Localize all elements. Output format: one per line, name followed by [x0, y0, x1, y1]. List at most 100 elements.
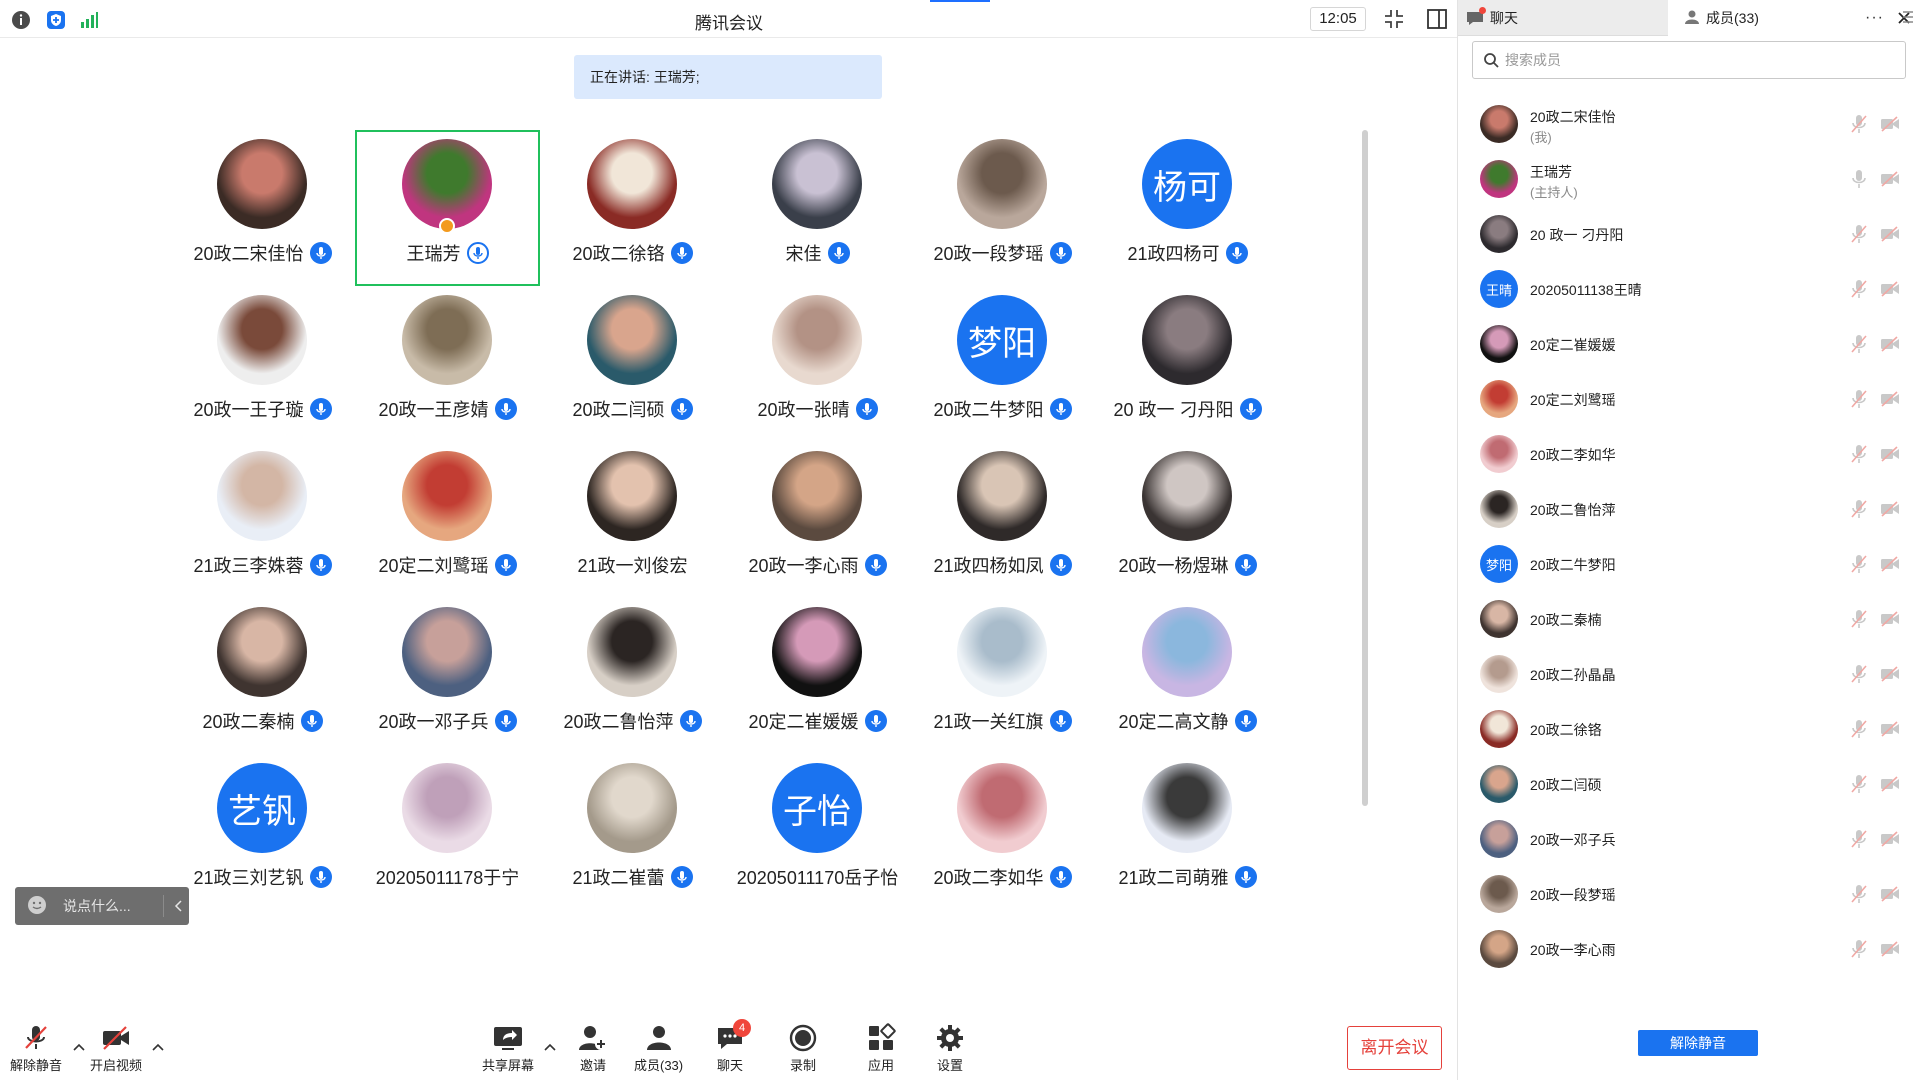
participant-tile[interactable]: 20政二闫硕: [540, 286, 725, 442]
participant-tile[interactable]: 21政三李姝蓉: [170, 442, 355, 598]
member-row[interactable]: 20政二鲁怡萍: [1458, 483, 1920, 538]
member-row[interactable]: 王晴 20205011138王晴: [1458, 263, 1920, 318]
mic-muted-icon[interactable]: [1850, 114, 1868, 134]
participant-tile[interactable]: 20 政一 刁丹阳: [1095, 286, 1280, 442]
unmute-all-button[interactable]: 解除静音: [1638, 1030, 1758, 1056]
emoji-icon[interactable]: [27, 895, 47, 918]
participant-tile[interactable]: 杨可 21政四杨可: [1095, 130, 1280, 286]
mic-muted-icon[interactable]: [1850, 939, 1868, 959]
grid-scrollbar[interactable]: [1362, 130, 1368, 806]
participant-tile[interactable]: 20政二鲁怡萍: [540, 598, 725, 754]
participant-tile[interactable]: 20政二宋佳怡: [170, 130, 355, 286]
chat-button[interactable]: 4 聊天: [713, 1019, 751, 1074]
mic-muted-icon[interactable]: [1850, 719, 1868, 739]
member-search[interactable]: [1472, 41, 1906, 79]
mic-muted-icon[interactable]: [1850, 389, 1868, 409]
participant-tile[interactable]: 20政一李心雨: [725, 442, 910, 598]
share-screen-button[interactable]: 共享屏幕: [482, 1023, 534, 1074]
participant-tile[interactable]: 20政二秦楠: [170, 598, 355, 754]
share-options-chevron-icon[interactable]: [543, 1040, 557, 1052]
participant-tile[interactable]: 20205011178于宁: [355, 754, 540, 910]
settings-button[interactable]: 设置: [933, 1023, 967, 1074]
member-row[interactable]: 20定二刘鹭瑶: [1458, 373, 1920, 428]
member-row[interactable]: 20 政一 刁丹阳: [1458, 208, 1920, 263]
mic-muted-icon[interactable]: [1850, 664, 1868, 684]
members-button[interactable]: 成员(33): [634, 1023, 683, 1074]
mic-muted-icon[interactable]: [1850, 444, 1868, 464]
mic-muted-icon[interactable]: [1850, 224, 1868, 244]
mic-muted-icon[interactable]: [1850, 774, 1868, 794]
mic-icon[interactable]: [1850, 169, 1868, 189]
mic-muted-icon[interactable]: [1850, 554, 1868, 574]
camera-off-icon[interactable]: [1880, 831, 1900, 847]
camera-off-icon[interactable]: [1880, 391, 1900, 407]
participant-tile[interactable]: 20定二高文静: [1095, 598, 1280, 754]
collapse-chevron-icon[interactable]: [163, 895, 184, 917]
participant-tile[interactable]: 子怡 20205011170岳子怡: [725, 754, 910, 910]
participant-tile[interactable]: 王瑞芳: [355, 130, 540, 286]
start-video-button[interactable]: 开启视频: [90, 1023, 142, 1074]
mic-muted-icon[interactable]: [1850, 279, 1868, 299]
member-row[interactable]: 20政二孙晶晶: [1458, 648, 1920, 703]
participant-tile[interactable]: 21政二崔蕾: [540, 754, 725, 910]
camera-off-icon[interactable]: [1880, 226, 1900, 242]
participant-tile[interactable]: 20政二徐铬: [540, 130, 725, 286]
camera-off-icon[interactable]: [1880, 721, 1900, 737]
member-row[interactable]: 20政二宋佳怡 (我): [1458, 98, 1920, 153]
camera-off-icon[interactable]: [1880, 611, 1900, 627]
member-search-input[interactable]: [1505, 52, 1865, 68]
more-options-icon[interactable]: ···: [1865, 9, 1884, 27]
participant-tile[interactable]: 20定二崔媛媛: [725, 598, 910, 754]
member-row[interactable]: 王瑞芳 (主持人): [1458, 153, 1920, 208]
leave-meeting-button[interactable]: 离开会议: [1347, 1026, 1442, 1070]
member-row[interactable]: 20定二崔媛媛: [1458, 318, 1920, 373]
apps-button[interactable]: 应用: [864, 1023, 898, 1074]
panel-menu-icon[interactable]: [1902, 10, 1914, 29]
mic-muted-icon[interactable]: [1850, 884, 1868, 904]
member-row[interactable]: 梦阳 20政二牛梦阳: [1458, 538, 1920, 593]
participant-tile[interactable]: 20政二李如华: [910, 754, 1095, 910]
tab-chat[interactable]: 聊天: [1458, 0, 1668, 36]
camera-off-icon[interactable]: [1880, 171, 1900, 187]
participant-tile[interactable]: 20定二刘鹭瑶: [355, 442, 540, 598]
side-panel-toggle-icon[interactable]: [1424, 7, 1450, 31]
camera-off-icon[interactable]: [1880, 501, 1900, 517]
camera-off-icon[interactable]: [1880, 941, 1900, 957]
participant-tile[interactable]: 宋佳: [725, 130, 910, 286]
participant-tile[interactable]: 21政一关红旗: [910, 598, 1095, 754]
camera-off-icon[interactable]: [1880, 666, 1900, 682]
member-row[interactable]: 20政二闫硕: [1458, 758, 1920, 813]
member-row[interactable]: 20政二徐铬: [1458, 703, 1920, 758]
mic-muted-icon[interactable]: [1850, 499, 1868, 519]
exit-fullscreen-icon[interactable]: [1381, 7, 1407, 31]
member-row[interactable]: 20政二秦楠: [1458, 593, 1920, 648]
participant-tile[interactable]: 20政一王彦婧: [355, 286, 540, 442]
member-row[interactable]: 20政一邓子兵: [1458, 813, 1920, 868]
camera-off-icon[interactable]: [1880, 886, 1900, 902]
chat-quick-input[interactable]: 说点什么...: [15, 887, 189, 925]
record-button[interactable]: 录制: [786, 1023, 820, 1074]
participant-tile[interactable]: 梦阳 20政二牛梦阳: [910, 286, 1095, 442]
participant-tile[interactable]: 20政一邓子兵: [355, 598, 540, 754]
participant-tile[interactable]: 20政一段梦瑶: [910, 130, 1095, 286]
participant-tile[interactable]: 21政二司萌雅: [1095, 754, 1280, 910]
member-row[interactable]: 20政一段梦瑶: [1458, 868, 1920, 923]
camera-off-icon[interactable]: [1880, 776, 1900, 792]
camera-off-icon[interactable]: [1880, 336, 1900, 352]
participant-tile[interactable]: 20政一张晴: [725, 286, 910, 442]
camera-off-icon[interactable]: [1880, 556, 1900, 572]
participant-tile[interactable]: 20政一杨煜琳: [1095, 442, 1280, 598]
member-row[interactable]: 20政一李心雨: [1458, 923, 1920, 978]
participant-tile[interactable]: 20政一王子璇: [170, 286, 355, 442]
audio-options-chevron-icon[interactable]: [72, 1040, 86, 1052]
participant-tile[interactable]: 艺钒 21政三刘艺钒: [170, 754, 355, 910]
mic-muted-icon[interactable]: [1850, 829, 1868, 849]
unmute-button[interactable]: 解除静音: [10, 1023, 62, 1074]
camera-off-icon[interactable]: [1880, 116, 1900, 132]
mic-muted-icon[interactable]: [1850, 334, 1868, 354]
mic-muted-icon[interactable]: [1850, 609, 1868, 629]
camera-off-icon[interactable]: [1880, 281, 1900, 297]
participant-tile[interactable]: 21政一刘俊宏: [540, 442, 725, 598]
member-row[interactable]: 20政二李如华: [1458, 428, 1920, 483]
video-options-chevron-icon[interactable]: [151, 1040, 165, 1052]
